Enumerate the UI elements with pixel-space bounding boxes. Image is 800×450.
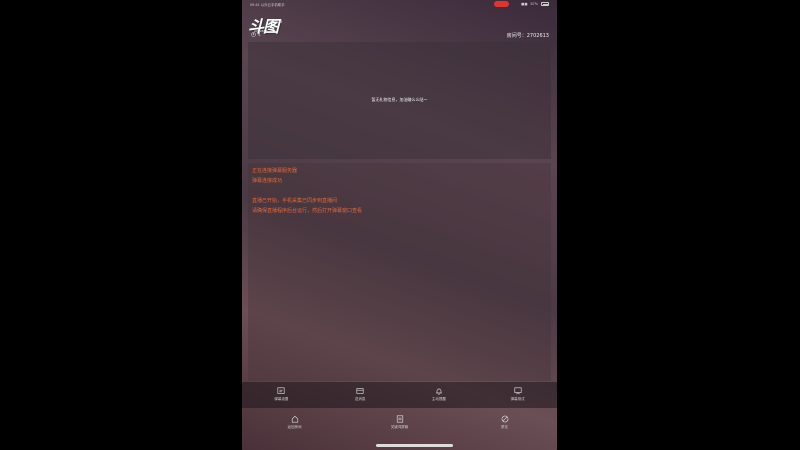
viewer-count-value: 4 (258, 32, 261, 37)
mute-button[interactable]: 禁言 (470, 410, 540, 440)
message-button[interactable]: 送消息 (325, 382, 395, 408)
home-indicator[interactable] (376, 444, 453, 447)
connection-log-panel[interactable]: 正在连接弹幕服务器 弹幕连接成功 直播已开始，手机采集已同步到直播间 请确保直播… (248, 163, 551, 381)
danmu-settings-button[interactable]: 弹幕设置 (246, 382, 316, 408)
log-line: 正在连接弹幕服务器 (252, 168, 298, 174)
status-icons: ■■ 87% (521, 2, 549, 6)
danmu-settings-icon (277, 387, 285, 394)
back-to-room-button[interactable]: 返回房间 (260, 410, 330, 440)
status-time: 09:41 以乐云手机助手 (250, 3, 285, 7)
forbid-icon (501, 415, 508, 423)
status-bar: 09:41 以乐云手机助手 ■■ 87% (242, 0, 557, 9)
viewer-count: 4 (251, 32, 261, 37)
tool-label: 弹幕设置 (274, 397, 289, 401)
home-icon (291, 415, 298, 423)
toolbar-row-1: 弹幕设置 送消息 主动提醒 弹幕测试 (242, 382, 557, 408)
room-tag: 房间 3 (269, 20, 283, 25)
tool-label: 送消息 (354, 397, 366, 401)
keyword-filter-button[interactable]: 关键词屏蔽 (365, 410, 435, 440)
log-line: 直播已开始，手机采集已同步到直播间 (252, 198, 338, 204)
header: 斗图 房间 3 2702613 4 房间号：2702613 (242, 10, 557, 40)
tool-label: 禁言 (501, 425, 508, 429)
tool-label: 关键词屏蔽 (390, 425, 409, 429)
danmu-test-icon (514, 387, 522, 395)
tool-label: 返回房间 (287, 425, 302, 429)
bell-icon (436, 388, 442, 395)
log-line: 弹幕连接成功 (252, 178, 283, 184)
danmu-test-button[interactable]: 弹幕测试 (483, 382, 553, 408)
signal-icon: ■■ (521, 2, 528, 6)
battery-percent: 87% (530, 2, 538, 6)
tool-label: 主动提醒 (431, 397, 446, 401)
toolbar-row-2: 返回房间 关键词屏蔽 禁言 (242, 410, 557, 440)
tool-label: 弹幕测试 (510, 397, 525, 401)
log-line: 请确保直播程序后台运行，然后打开弹幕窗口查看 (252, 208, 363, 214)
room-number: 房间号：2702613 (506, 33, 549, 39)
keyword-filter-icon (396, 415, 403, 423)
viewer-icon (251, 32, 256, 37)
gift-danmu-panel[interactable]: 暂无礼物信息，加油赚么么哒～ (248, 42, 551, 159)
reminder-button[interactable]: 主动提醒 (404, 382, 474, 408)
message-icon (356, 388, 364, 394)
battery-icon (541, 2, 549, 6)
recording-indicator[interactable] (494, 1, 509, 7)
app-screen: 09:41 以乐云手机助手 ■■ 87% 斗图 房间 3 2702613 4 房… (242, 0, 557, 450)
empty-gift-text: 暂无礼物信息，加油赚么么哒～ (371, 97, 428, 102)
